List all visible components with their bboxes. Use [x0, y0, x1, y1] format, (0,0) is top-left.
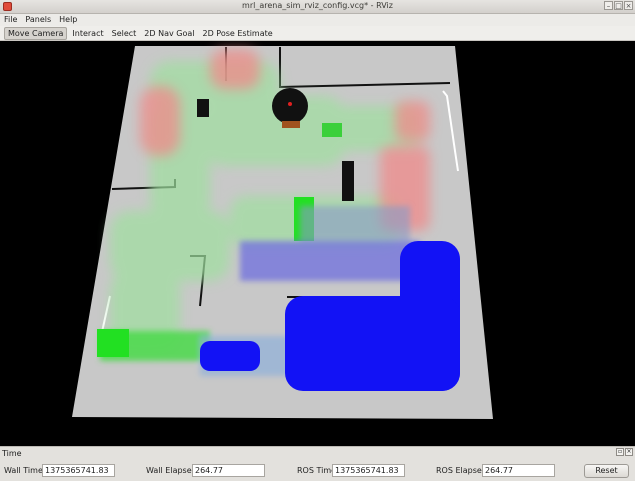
reset-button[interactable]: Reset [584, 464, 629, 478]
window-title: mrl_arena_sim_rviz_config.vcg* - RViz [242, 1, 393, 10]
obstacle [197, 99, 209, 117]
scene-render [72, 46, 493, 419]
obstacle [342, 161, 354, 201]
wall-elapsed-field[interactable]: 264.77 [192, 464, 265, 477]
menu-file[interactable]: File [4, 14, 17, 26]
tool-select[interactable]: Select [109, 27, 140, 40]
tool-move-camera[interactable]: Move Camera [4, 26, 68, 40]
tool-2d-pose-estimate[interactable]: 2D Pose Estimate [199, 27, 275, 40]
wall-time-field[interactable]: 1375365741.83 [42, 464, 115, 477]
robot-led [288, 102, 292, 106]
pose-marker [97, 329, 129, 357]
panel-close-icon[interactable]: × [625, 448, 633, 456]
undock-icon[interactable]: ▫ [616, 448, 624, 456]
goal-marker [322, 123, 342, 137]
menu-panels[interactable]: Panels [25, 14, 51, 26]
time-row: Wall Time: 1375365741.83 Wall Elapsed: 2… [0, 464, 635, 478]
window-titlebar: mrl_arena_sim_rviz_config.vcg* - RViz – … [0, 0, 635, 14]
ros-elapsed-field[interactable]: 264.77 [482, 464, 555, 477]
menu-bar: File Panels Help [0, 14, 635, 26]
minimize-icon[interactable]: – [604, 1, 613, 10]
menu-help[interactable]: Help [59, 14, 77, 26]
render-viewport[interactable] [0, 41, 635, 446]
robot-base [282, 121, 300, 128]
time-panel: Time ▫ × Wall Time: 1375365741.83 Wall E… [0, 446, 635, 481]
tool-2d-nav-goal[interactable]: 2D Nav Goal [141, 27, 197, 40]
time-panel-title: Time [2, 449, 22, 458]
tool-interact[interactable]: Interact [69, 27, 106, 40]
maximize-icon[interactable]: □ [614, 1, 623, 10]
close-icon[interactable]: × [624, 1, 633, 10]
window-controls: – □ × [604, 1, 633, 10]
wall-time-label: Wall Time: [4, 466, 46, 475]
tools-toolbar: Move Camera Interact Select 2D Nav Goal … [0, 26, 635, 41]
ros-time-field[interactable]: 1375365741.83 [332, 464, 405, 477]
panel-controls: ▫ × [616, 448, 633, 456]
